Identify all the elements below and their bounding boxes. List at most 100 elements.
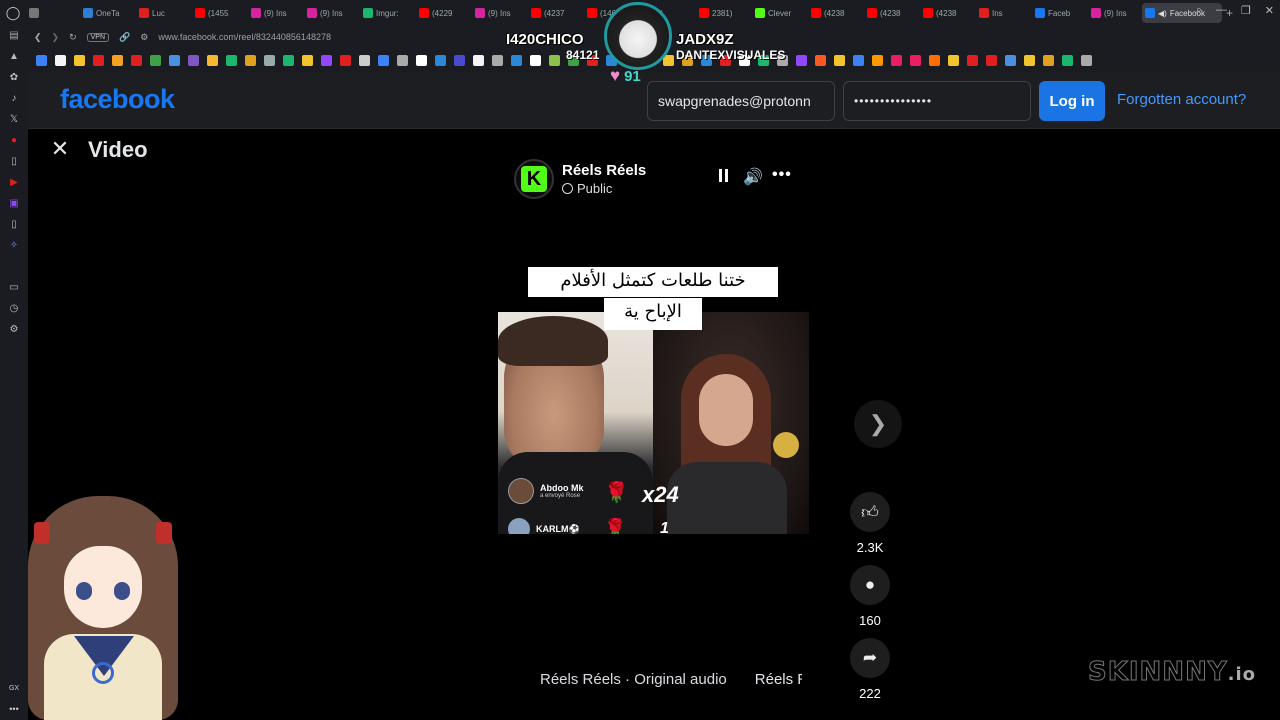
- video-player[interactable]: Abdoo Mk a envoyé Rose 🌹 x24 KARLM⚽ 🌹 1: [498, 312, 809, 534]
- volume-icon[interactable]: 🔊: [743, 167, 763, 186]
- page-name[interactable]: Réels Réels: [562, 162, 646, 179]
- pause-icon[interactable]: [719, 169, 731, 183]
- forward-icon[interactable]: ❯: [52, 32, 60, 43]
- bookmark-icon[interactable]: [834, 54, 845, 66]
- bookmark-icon[interactable]: [473, 54, 484, 66]
- menu-icon[interactable]: ▤: [8, 30, 20, 42]
- bookmark-icon[interactable]: [1062, 54, 1073, 66]
- tiktok-icon[interactable]: ♪: [8, 93, 20, 105]
- page-avatar[interactable]: K: [514, 159, 554, 199]
- avatar: [508, 518, 530, 534]
- bookmark-icon[interactable]: [169, 54, 180, 66]
- browser-tab[interactable]: OneTa: [80, 3, 134, 23]
- facebook-icon: [1145, 8, 1155, 18]
- browser-tab[interactable]: (4238: [920, 3, 974, 23]
- forgotten-account-link[interactable]: Forgotten account?: [1117, 91, 1246, 108]
- youtube-icon[interactable]: ▶: [8, 177, 20, 189]
- minimize-icon[interactable]: —: [1216, 4, 1227, 17]
- browser-tab[interactable]: Imgur:: [360, 3, 414, 23]
- bookmark-icon[interactable]: [1005, 54, 1016, 66]
- bookmark-icon[interactable]: [1081, 54, 1092, 66]
- comment-button[interactable]: ●: [850, 565, 890, 605]
- bookmark-icon[interactable]: [986, 54, 997, 66]
- file-icon[interactable]: ▯: [8, 219, 20, 231]
- bookmark-icon[interactable]: [150, 54, 161, 66]
- more-options-icon[interactable]: •••: [772, 166, 792, 184]
- bookmark-icon[interactable]: [378, 54, 389, 66]
- bookmark-icon[interactable]: [929, 54, 940, 66]
- music-icon[interactable]: ●: [8, 135, 20, 147]
- reload-icon[interactable]: ↻: [69, 32, 77, 43]
- lock-icon[interactable]: 🔗: [119, 32, 130, 43]
- browser-tab[interactable]: (4238: [864, 3, 918, 23]
- bookmark-icon[interactable]: [416, 54, 427, 66]
- password-field[interactable]: •••••••••••••••: [843, 81, 1031, 121]
- bookmark-icon[interactable]: [93, 54, 104, 66]
- browser-tab[interactable]: (9) Ins: [1088, 3, 1142, 23]
- wallet-icon[interactable]: ▭: [8, 282, 20, 294]
- tab-mail[interactable]: [26, 3, 80, 23]
- bookmark-icon[interactable]: [435, 54, 446, 66]
- vpn-icon[interactable]: ✧: [8, 240, 20, 252]
- settings-icon[interactable]: ⚙: [8, 324, 20, 336]
- bookmark-icon[interactable]: [454, 54, 465, 66]
- url-field[interactable]: www.facebook.com/reel/832440856148278: [158, 32, 331, 42]
- bookmark-icon[interactable]: [1024, 54, 1035, 66]
- gx-corner-icon[interactable]: ✿: [8, 72, 20, 84]
- bookmark-icon[interactable]: [397, 54, 408, 66]
- history-icon[interactable]: ◷: [8, 303, 20, 315]
- bookmark-icon[interactable]: [853, 54, 864, 66]
- x-twitter-icon[interactable]: 𝕏: [8, 114, 20, 126]
- bookmark-icon[interactable]: [55, 54, 66, 66]
- bookmark-icon[interactable]: [359, 54, 370, 66]
- browser-tab[interactable]: (4229: [416, 3, 470, 23]
- like-button[interactable]: 👍︎: [850, 492, 890, 532]
- audio-ticker[interactable]: Réels Réels · Original audio Réels Ré: [540, 671, 802, 691]
- close-window-icon[interactable]: ✕: [1265, 4, 1274, 17]
- search-icon[interactable]: ⌕: [1196, 4, 1202, 17]
- privacy-label: Public: [577, 181, 613, 196]
- close-icon[interactable]: ✕: [50, 138, 70, 160]
- bookmark-icon[interactable]: [340, 54, 351, 66]
- bookmark-icon[interactable]: [910, 54, 921, 66]
- login-button[interactable]: Log in: [1039, 81, 1105, 121]
- site-info-icon[interactable]: ⚙: [140, 32, 148, 43]
- browser-tab[interactable]: (9) Ins: [304, 3, 358, 23]
- share-button[interactable]: ➦: [850, 638, 890, 678]
- restore-icon[interactable]: ❐: [1241, 4, 1251, 17]
- bookmark-icon[interactable]: [226, 54, 237, 66]
- bookmark-icon[interactable]: [302, 54, 313, 66]
- browser-tab[interactable]: (9) Ins: [248, 3, 302, 23]
- bookmark-icon[interactable]: [321, 54, 332, 66]
- opera-gx-logo-icon[interactable]: ◯: [0, 0, 26, 26]
- bookmark-icon[interactable]: [264, 54, 275, 66]
- thumbs-up-icon: 👍︎: [861, 502, 879, 522]
- bookmark-icon[interactable]: [207, 54, 218, 66]
- bookmark-icon[interactable]: [872, 54, 883, 66]
- document-icon[interactable]: ▯: [8, 156, 20, 168]
- bookmark-icon[interactable]: [1043, 54, 1054, 66]
- bookmark-icon[interactable]: [36, 54, 47, 66]
- next-video-button[interactable]: ❯: [854, 400, 902, 448]
- vpn-badge[interactable]: VPN: [86, 32, 110, 42]
- twitch-icon[interactable]: ▣: [8, 198, 20, 210]
- bookmark-icon[interactable]: [967, 54, 978, 66]
- browser-tab[interactable]: Luc: [136, 3, 190, 23]
- bookmark-icon[interactable]: [188, 54, 199, 66]
- browser-tab[interactable]: Ins: [976, 3, 1030, 23]
- bookmark-icon[interactable]: [891, 54, 902, 66]
- bookmark-icon[interactable]: [283, 54, 294, 66]
- bookmark-icon[interactable]: [815, 54, 826, 66]
- browser-tab[interactable]: (1455: [192, 3, 246, 23]
- facebook-logo[interactable]: facebook: [60, 84, 175, 115]
- back-icon[interactable]: ❮: [34, 32, 42, 43]
- bookmark-icon[interactable]: [112, 54, 123, 66]
- overlay-name-right: JADX9Z: [676, 31, 734, 48]
- bookmark-icon[interactable]: [948, 54, 959, 66]
- bookmark-icon[interactable]: [74, 54, 85, 66]
- bookmark-icon[interactable]: [245, 54, 256, 66]
- browser-tab[interactable]: (4238: [808, 3, 862, 23]
- browser-tab[interactable]: Faceb: [1032, 3, 1086, 23]
- home-icon[interactable]: ▲: [8, 51, 20, 63]
- bookmark-icon[interactable]: [131, 54, 142, 66]
